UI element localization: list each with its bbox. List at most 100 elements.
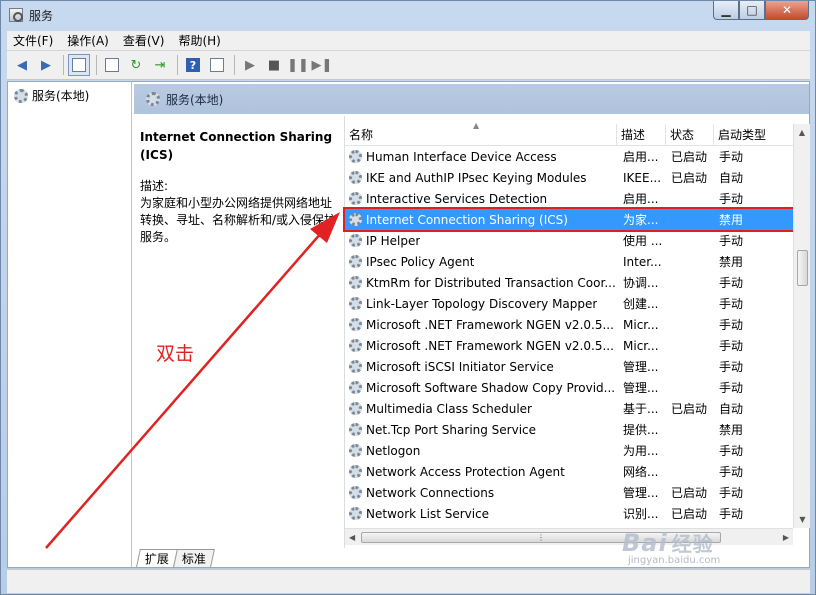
service-row[interactable]: Microsoft .NET Framework NGEN v2.0.5... M…	[345, 314, 793, 335]
service-row[interactable]: Multimedia Class Scheduler 基于... 已启动 自动	[345, 398, 793, 419]
tab-extended[interactable]: 扩展	[136, 549, 178, 567]
service-startup-type: 手动	[719, 234, 744, 248]
service-status: 已启动	[671, 402, 708, 416]
window-title: 服务	[29, 8, 54, 23]
service-row[interactable]: Network Connections 管理... 已启动 手动	[345, 482, 793, 503]
show-panel-icon[interactable]	[206, 54, 228, 76]
service-row[interactable]: Link-Layer Topology Discovery Mapper 创建..…	[345, 293, 793, 314]
service-row[interactable]: Network Access Protection Agent 网络... 手动	[345, 461, 793, 482]
gear-icon	[146, 92, 160, 106]
gear-icon	[349, 234, 362, 247]
gear-icon	[349, 255, 362, 268]
scroll-up-icon[interactable]: ▲	[794, 124, 810, 141]
service-description: 管理...	[623, 360, 659, 374]
column-header-description[interactable]: 描述	[617, 124, 666, 145]
gear-icon	[349, 486, 362, 499]
service-name: Network List Service	[366, 506, 490, 521]
forward-arrow-icon[interactable]: ▶	[35, 54, 57, 76]
content-area: 服务(本地) 服务(本地) Internet Connection Sharin…	[7, 81, 810, 568]
service-name: Network Access Protection Agent	[366, 464, 565, 479]
scroll-down-icon[interactable]: ▼	[794, 511, 811, 528]
service-description: 协调...	[623, 276, 659, 290]
service-name: Microsoft .NET Framework NGEN v2.0.5...	[366, 317, 614, 332]
service-rows: Human Interface Device Access 启用... 已启动 手动 I…	[343, 146, 795, 524]
service-status: 已启动	[671, 150, 708, 164]
service-description: Micr...	[623, 317, 659, 332]
service-row-selected[interactable]: Internet Connection Sharing (ICS) 为家... 禁用	[343, 207, 795, 232]
service-name: Microsoft .NET Framework NGEN v2.0.5...	[366, 338, 614, 353]
service-startup-type: 自动	[719, 402, 744, 416]
stop-service-icon[interactable]: ■	[263, 54, 285, 76]
menu-view[interactable]: 查看(V)	[123, 32, 165, 49]
service-name-cell: Network Access Protection Agent	[345, 465, 617, 479]
baidu-watermark: Bai 经验 jingyan.baidu.com	[622, 528, 782, 574]
console-tree: 服务(本地)	[8, 82, 132, 567]
column-header-startup-type[interactable]: 启动类型	[714, 124, 793, 145]
vertical-scroll-thumb[interactable]	[797, 250, 808, 286]
scroll-right-icon[interactable]: ▶	[783, 533, 789, 542]
toolbar-separator	[234, 55, 235, 75]
service-description: 基于...	[623, 402, 659, 416]
gear-icon	[349, 423, 362, 436]
menu-action[interactable]: 操作(A)	[67, 32, 109, 49]
column-header-label: 状态	[670, 128, 695, 142]
toolbar: ◀ ▶ ↻ ⇥ ? ▶ ■ ❚❚ ▶❚	[7, 51, 810, 80]
title-bar[interactable]: 服务 ▁ □ ✕	[1, 1, 815, 29]
back-arrow-icon[interactable]: ◀	[11, 54, 33, 76]
services-list: 名称 ▲ 描述 状态 启动类型 Human Interface Device A…	[343, 116, 810, 548]
column-header-label: 名称	[349, 128, 374, 142]
service-startup-type: 手动	[719, 150, 744, 164]
gear-icon	[349, 402, 362, 415]
service-row[interactable]: Interactive Services Detection 启用... 手动	[345, 188, 793, 209]
service-row[interactable]: Net.Tcp Port Sharing Service 提供... 禁用	[345, 419, 793, 440]
service-name-cell: IPsec Policy Agent	[345, 255, 617, 269]
tree-item-services-local[interactable]: 服务(本地)	[12, 87, 91, 104]
gear-icon	[349, 171, 362, 184]
column-header-status[interactable]: 状态	[666, 124, 714, 145]
gear-icon	[349, 192, 362, 205]
gear-icon	[349, 465, 362, 478]
tab-label: 标准	[181, 552, 206, 566]
service-name: Internet Connection Sharing (ICS)	[366, 212, 568, 227]
close-button[interactable]: ✕	[765, 1, 809, 20]
service-status: 已启动	[671, 171, 708, 185]
gear-icon	[349, 213, 362, 226]
menu-file[interactable]: 文件(F)	[13, 32, 53, 49]
service-row[interactable]: Microsoft Software Shadow Copy Provid...…	[345, 377, 793, 398]
service-startup-type: 禁用	[719, 423, 744, 437]
service-description: 使用 ...	[623, 234, 663, 248]
sort-ascending-icon: ▲	[473, 121, 480, 130]
service-row[interactable]: IP Helper 使用 ... 手动	[345, 230, 793, 251]
export-list-icon[interactable]: ⇥	[149, 54, 171, 76]
vertical-scrollbar[interactable]: ▲ ▼	[793, 124, 810, 528]
show-hide-tree-icon[interactable]	[68, 54, 90, 76]
toolbar-separator	[96, 55, 97, 75]
pause-service-icon[interactable]: ❚❚	[287, 54, 309, 76]
start-service-icon[interactable]: ▶	[239, 54, 261, 76]
service-row[interactable]: Netlogon 为用... 手动	[345, 440, 793, 461]
description-label: 描述:	[140, 179, 169, 193]
restart-service-icon[interactable]: ▶❚	[311, 54, 333, 76]
description-panel: Internet Connection Sharing (ICS) 描述: 为家…	[134, 116, 344, 546]
service-description: 启用...	[623, 192, 659, 206]
menu-help[interactable]: 帮助(H)	[178, 32, 220, 49]
minimize-button[interactable]: ▁	[713, 1, 739, 20]
service-row[interactable]: Network List Service 识别... 已启动 手动	[345, 503, 793, 524]
column-header-name[interactable]: 名称 ▲	[345, 121, 617, 145]
service-name: Multimedia Class Scheduler	[366, 401, 532, 416]
service-row[interactable]: Microsoft iSCSI Initiator Service 管理... 手动	[345, 356, 793, 377]
tab-standard[interactable]: 标准	[173, 549, 215, 567]
service-row[interactable]: IKE and AuthIP IPsec Keying Modules IKEE.…	[345, 167, 793, 188]
menu-bar: 文件(F) 操作(A) 查看(V) 帮助(H)	[7, 31, 810, 51]
service-row[interactable]: Human Interface Device Access 启用... 已启动 手动	[345, 146, 793, 167]
service-row[interactable]: KtmRm for Distributed Transaction Coor..…	[345, 272, 793, 293]
service-name: Link-Layer Topology Discovery Mapper	[366, 296, 598, 311]
maximize-button[interactable]: □	[739, 1, 765, 20]
service-row[interactable]: Microsoft .NET Framework NGEN v2.0.5... M…	[345, 335, 793, 356]
refresh-icon[interactable]: ↻	[125, 54, 147, 76]
service-startup-type: 手动	[719, 507, 744, 521]
help-icon[interactable]: ?	[182, 54, 204, 76]
properties-icon[interactable]	[101, 54, 123, 76]
service-row[interactable]: IPsec Policy Agent Inter... 禁用	[345, 251, 793, 272]
scroll-left-icon[interactable]: ◀	[349, 533, 355, 542]
